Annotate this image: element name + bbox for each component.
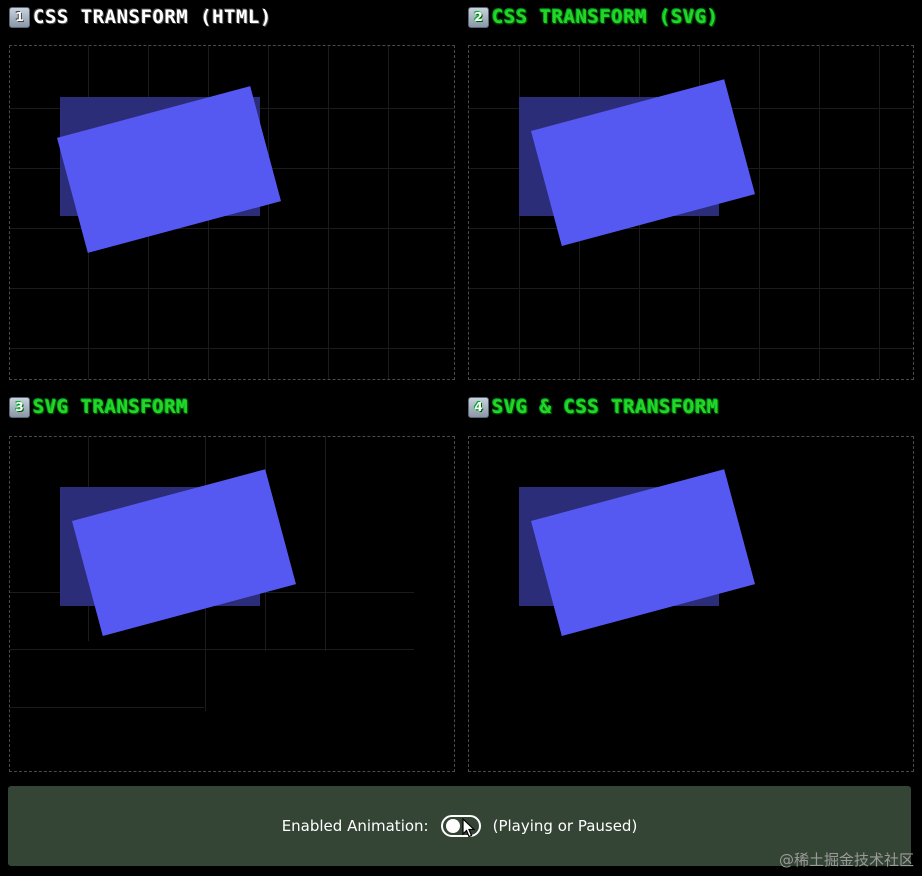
- panel-4-title-text: SVG & CSS Transform: [492, 396, 719, 418]
- animation-control-bar: Enabled Animation: (Playing or Paused): [8, 786, 911, 866]
- panel-1-title-text: CSS Transform (HTML): [33, 6, 272, 28]
- number-3-badge-icon: 3: [9, 396, 30, 418]
- animation-status: (Playing or Paused): [492, 817, 638, 835]
- panel-3-title-text: SVG Transform: [33, 396, 189, 418]
- watermark: @稀土掘金技术社区: [778, 851, 914, 869]
- number-1-badge-icon: 1: [9, 6, 30, 28]
- animation-toggle[interactable]: [440, 815, 481, 838]
- animation-label: Enabled Animation:: [281, 817, 429, 835]
- panel-2-title: 2 CSS Transform (SVG): [468, 6, 719, 28]
- panel-1-stage: [9, 45, 455, 380]
- panel-4-title: 4 SVG & CSS Transform: [468, 396, 719, 418]
- mouse-cursor-icon: [462, 818, 476, 838]
- panel-3-title: 3 SVG Transform: [9, 396, 188, 418]
- panel-2-stage: [468, 45, 914, 380]
- panel-3-stage: [9, 436, 455, 772]
- panel-2-title-text: CSS Transform (SVG): [492, 6, 719, 28]
- number-4-badge-icon: 4: [468, 396, 489, 418]
- toggle-knob: [445, 819, 460, 833]
- panel-1-title: 1 CSS Transform (HTML): [9, 6, 272, 28]
- number-2-badge-icon: 2: [468, 6, 489, 28]
- panel-4-stage: [468, 436, 914, 772]
